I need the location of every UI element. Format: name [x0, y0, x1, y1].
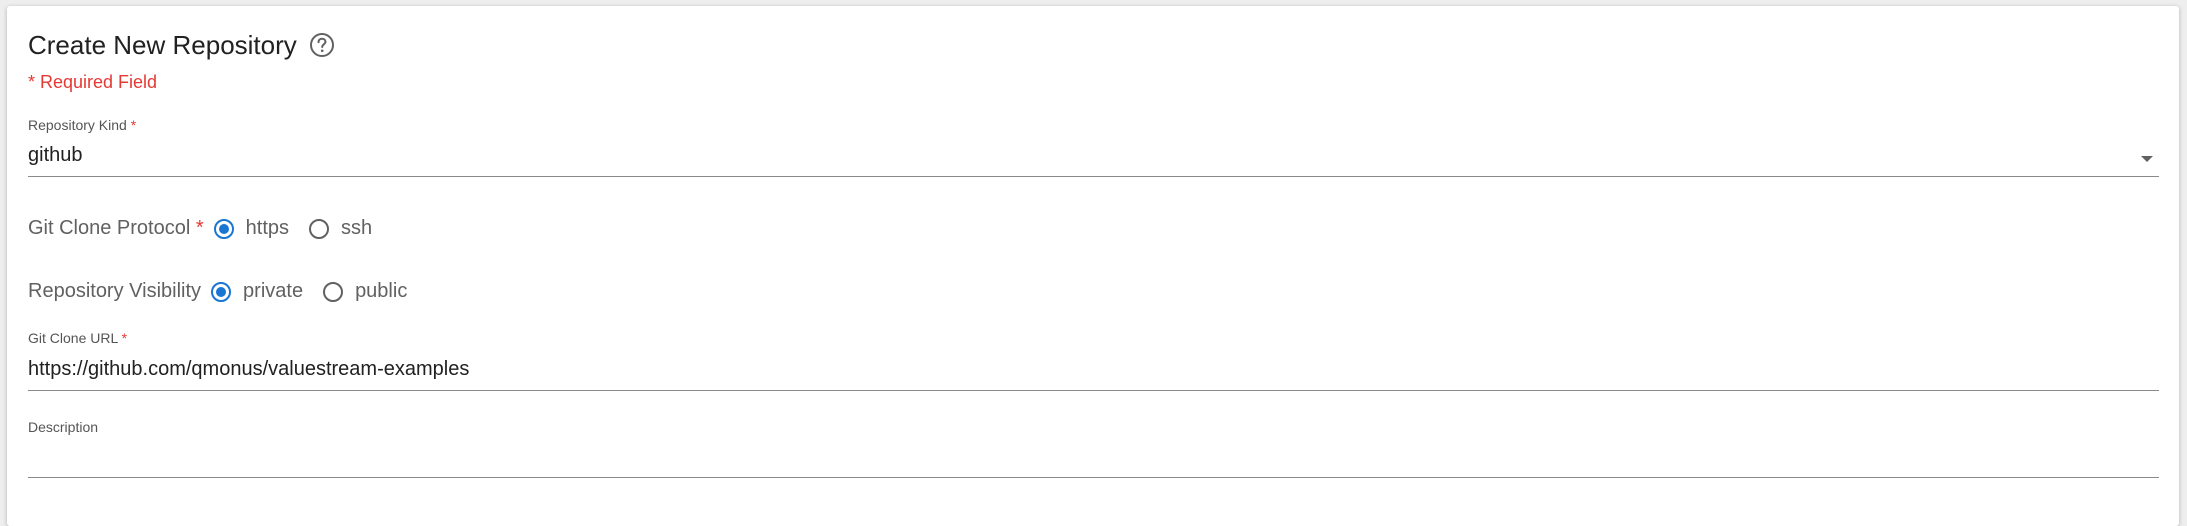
visibility-option-public[interactable]: public: [323, 280, 407, 303]
git-clone-url-underline: [28, 390, 2159, 391]
chevron-down-icon[interactable]: [2141, 156, 2153, 162]
visibility-option-private-label[interactable]: private: [243, 280, 303, 303]
git-clone-protocol-group: Git Clone Protocol * https ssh: [28, 217, 392, 240]
protocol-option-https[interactable]: https: [213, 217, 289, 240]
git-clone-url-label: Git Clone URL *: [28, 330, 127, 346]
description-input[interactable]: [28, 446, 2159, 474]
protocol-option-ssh-label[interactable]: ssh: [341, 217, 372, 240]
create-repository-card: Create New Repository * Required Field R…: [7, 6, 2179, 526]
repository-kind-label-text: Repository Kind: [28, 117, 127, 133]
git-clone-protocol-label: Git Clone Protocol *: [28, 217, 204, 240]
radio-checked-icon[interactable]: [211, 281, 232, 302]
repository-visibility-group: Repository Visibility private public: [28, 280, 427, 303]
git-clone-protocol-label-text: Git Clone Protocol: [28, 217, 191, 239]
description-underline: [28, 477, 2159, 478]
radio-unchecked-icon[interactable]: [323, 281, 344, 302]
repository-kind-label: Repository Kind *: [28, 117, 136, 133]
required-field-note: * Required Field: [28, 72, 158, 92]
visibility-option-public-label[interactable]: public: [355, 280, 407, 303]
help-circle-icon[interactable]: [309, 32, 335, 58]
git-clone-url-label-text: Git Clone URL: [28, 330, 118, 346]
required-asterisk: *: [195, 217, 204, 239]
page-title: Create New Repository: [28, 30, 297, 60]
required-asterisk: *: [130, 117, 137, 133]
protocol-option-ssh[interactable]: ssh: [309, 217, 372, 240]
radio-checked-icon[interactable]: [213, 218, 234, 239]
visibility-option-private[interactable]: private: [211, 280, 303, 303]
repository-kind-underline: [28, 176, 2159, 177]
radio-unchecked-icon[interactable]: [309, 218, 330, 239]
repository-kind-select[interactable]: github: [28, 144, 83, 167]
repository-visibility-label: Repository Visibility: [28, 280, 202, 302]
required-asterisk: *: [121, 330, 128, 346]
title-row: Create New Repository: [28, 28, 335, 62]
git-clone-url-input[interactable]: https://github.com/qmonus/valuestream-ex…: [28, 358, 469, 381]
protocol-option-https-label[interactable]: https: [246, 217, 289, 240]
description-label: Description: [28, 419, 99, 435]
